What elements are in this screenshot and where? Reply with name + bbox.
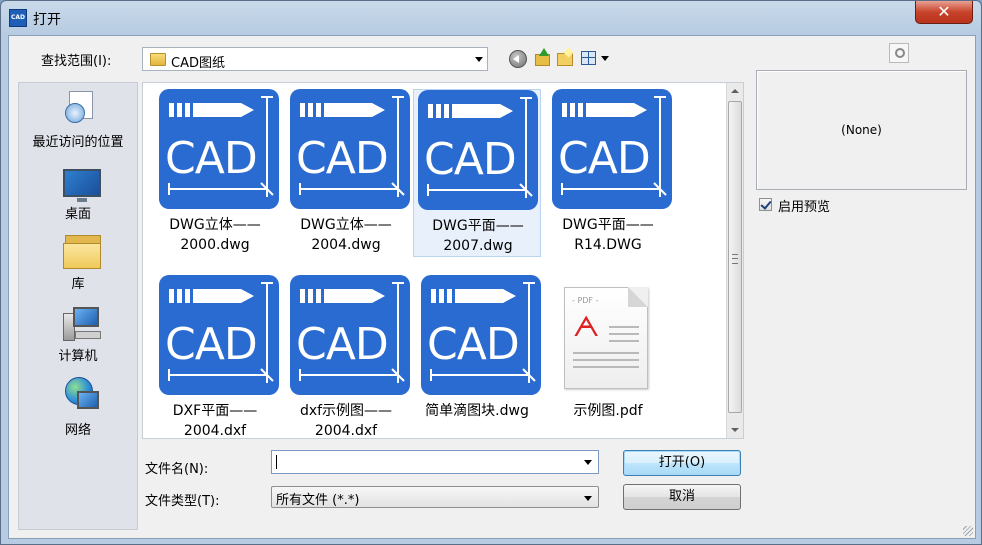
close-button[interactable]: ✕ — [915, 1, 973, 24]
file-type-value: 所有文件 (*.*) — [276, 493, 360, 508]
chevron-down-icon[interactable] — [584, 460, 592, 465]
place-label: 桌面 — [64, 207, 91, 222]
computer-icon — [63, 307, 101, 341]
window-title: 打开 — [33, 12, 61, 28]
file-item[interactable]: CAD DXF平面—— 2004.dxf — [151, 275, 279, 443]
back-icon[interactable] — [509, 50, 527, 68]
file-name-label: 文件名(N): — [145, 462, 209, 477]
scroll-up-icon[interactable] — [731, 89, 739, 93]
cad-icon-text: CAD — [165, 319, 258, 370]
place-desktop[interactable]: 桌面 — [19, 163, 137, 223]
cad-icon-text: CAD — [165, 133, 258, 184]
cad-icon-text: CAD — [424, 134, 517, 185]
open-dialog: CAD 打开 ✕ 查找范围(I): CAD图纸 最近访问的位置 桌面 库 计算机… — [0, 0, 982, 545]
file-item[interactable]: CAD DWG立体—— 2004.dwg — [282, 89, 410, 257]
cad-file-icon: CAD — [159, 275, 279, 395]
dialog-client-area: 查找范围(I): CAD图纸 最近访问的位置 桌面 库 计算机 网络 CAD D… — [8, 35, 976, 539]
chevron-down-icon — [601, 56, 609, 61]
file-item-selected[interactable]: CAD DWG平面—— 2007.dwg — [413, 89, 541, 257]
file-name: DWG立体—— 2004.dwg — [300, 217, 392, 253]
file-name: DWG立体—— 2000.dwg — [169, 217, 261, 253]
file-name: 简单滴图块.dwg — [425, 403, 529, 419]
file-item[interactable]: CAD dxf示例图—— 2004.dxf — [282, 275, 410, 443]
place-label: 最近访问的位置 — [32, 135, 124, 150]
cad-file-icon: CAD — [552, 89, 672, 209]
file-name: dxf示例图—— 2004.dxf — [299, 403, 393, 439]
place-network[interactable]: 网络 — [19, 377, 137, 438]
view-grid-icon — [581, 51, 596, 65]
file-type-label: 文件类型(T): — [145, 494, 220, 509]
enable-preview-checkbox[interactable] — [759, 198, 772, 211]
grip-icon — [732, 254, 738, 264]
app-cad-icon: CAD — [9, 9, 27, 27]
view-menu-button[interactable] — [579, 48, 613, 68]
file-name-input[interactable] — [271, 450, 599, 474]
cad-file-icon: CAD — [421, 275, 541, 395]
folder-icon — [150, 53, 166, 66]
file-item[interactable]: CAD DWG平面—— R14.DWG — [544, 89, 672, 257]
up-folder-icon[interactable] — [533, 48, 553, 68]
file-name: DWG平面—— R14.DWG — [562, 217, 654, 253]
cad-file-icon: CAD — [418, 90, 538, 210]
file-item[interactable]: CAD 简单滴图块.dwg — [413, 275, 541, 443]
file-name: DWG平面—— 2007.dwg — [432, 218, 524, 254]
place-recent[interactable]: 最近访问的位置 — [19, 91, 137, 151]
cad-file-icon: CAD — [290, 275, 410, 395]
file-item[interactable]: - PDF - ᗅ 示例图.pdf — [544, 275, 672, 443]
preview-pane: (None) — [756, 70, 967, 190]
recent-places-icon — [65, 91, 95, 123]
look-in-value: CAD图纸 — [171, 56, 225, 71]
enable-preview-label: 启用预览 — [778, 200, 831, 215]
chevron-down-icon — [475, 57, 483, 62]
network-icon — [63, 377, 101, 413]
place-label: 计算机 — [58, 349, 98, 364]
place-computer[interactable]: 计算机 — [19, 305, 137, 365]
pdf-file-icon: - PDF - ᗅ — [564, 287, 648, 389]
preview-none-text: (None) — [841, 123, 882, 137]
place-libraries[interactable]: 库 — [19, 233, 137, 293]
cancel-button[interactable]: 取消 — [623, 484, 741, 510]
open-button[interactable]: 打开(O) — [623, 450, 741, 476]
file-list[interactable]: CAD DWG立体—— 2000.dwg CAD DWG立体—— 2004.dwg — [142, 82, 744, 439]
vertical-scrollbar[interactable] — [726, 83, 743, 438]
places-bar: 最近访问的位置 桌面 库 计算机 网络 — [18, 82, 138, 530]
file-item[interactable]: CAD DWG立体—— 2000.dwg — [151, 89, 279, 257]
preview-zoom-icon[interactable] — [889, 43, 909, 63]
cad-file-icon: CAD — [290, 89, 410, 209]
cad-icon-text: CAD — [558, 133, 651, 184]
libraries-icon — [63, 233, 101, 269]
cad-file-icon: CAD — [159, 89, 279, 209]
desktop-icon — [63, 169, 101, 202]
new-folder-icon[interactable] — [555, 48, 575, 68]
file-type-dropdown[interactable]: 所有文件 (*.*) — [271, 486, 599, 508]
chevron-down-icon — [584, 496, 592, 501]
cad-icon-text: CAD — [296, 133, 389, 184]
look-in-dropdown[interactable]: CAD图纸 — [142, 47, 488, 71]
scroll-down-icon[interactable] — [731, 428, 739, 432]
pdf-tag: - PDF - — [572, 296, 599, 305]
cad-icon-text: CAD — [296, 319, 389, 370]
place-label: 库 — [71, 277, 85, 292]
cad-icon-text: CAD — [427, 319, 520, 370]
file-name: 示例图.pdf — [573, 403, 643, 419]
title-bar[interactable]: CAD 打开 ✕ — [1, 1, 981, 35]
look-in-label: 查找范围(I): — [41, 54, 112, 69]
file-name: DXF平面—— 2004.dxf — [172, 403, 258, 439]
place-label: 网络 — [64, 423, 91, 438]
scroll-thumb[interactable] — [728, 101, 742, 413]
text-caret — [276, 455, 277, 469]
acrobat-logo-icon: ᗅ — [573, 310, 600, 343]
resize-grip-icon[interactable] — [963, 526, 973, 536]
